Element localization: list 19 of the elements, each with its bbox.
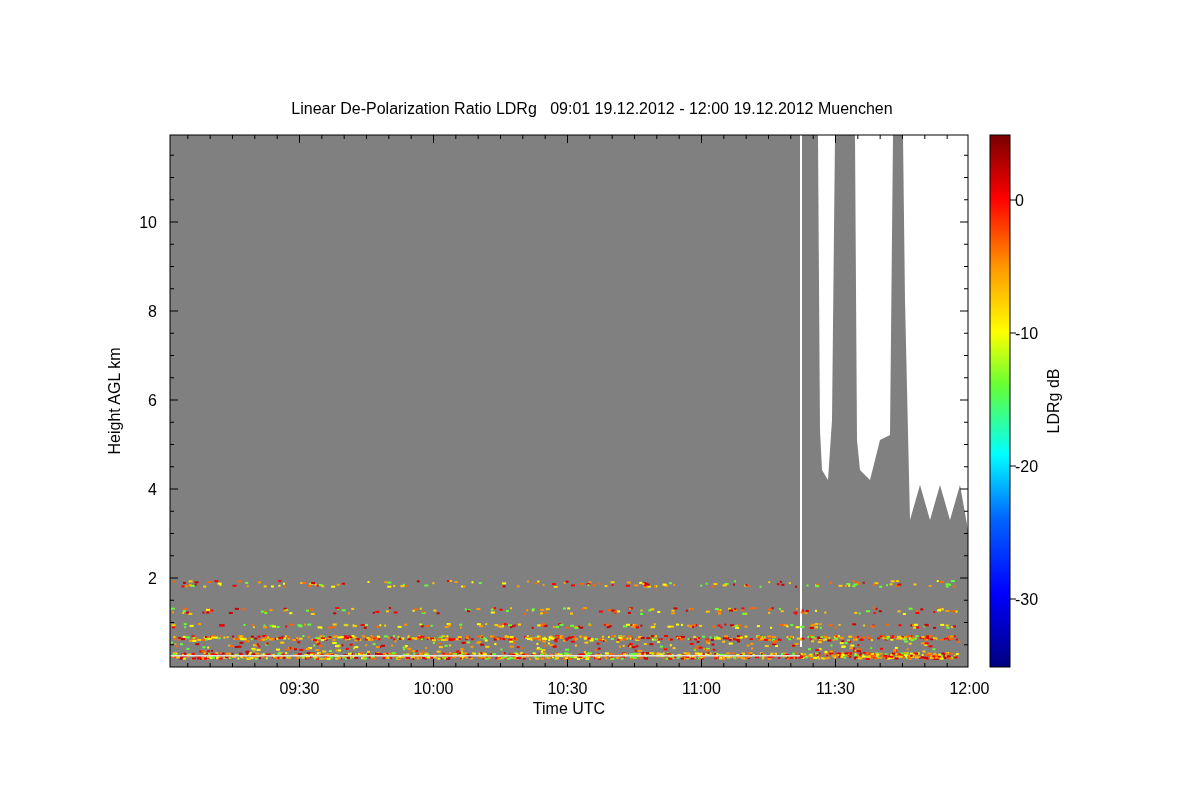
- x-tick-label: 12:00: [949, 680, 990, 697]
- chart-title: Linear De-Polarization Ratio LDRg 09:01 19.12.2012 - 12:00 19.12.2012 Muenchen: [291, 100, 893, 117]
- x-tick-label: 10:00: [413, 680, 454, 697]
- colorbar-label: LDRg dB: [1045, 368, 1062, 434]
- y-tick-label: 6: [148, 392, 157, 409]
- x-tick-label: 09:30: [279, 680, 320, 697]
- y-axis-label: Height AGL km: [106, 347, 123, 455]
- y-tick-label: 2: [148, 570, 157, 587]
- colorbar-tick-label: -30: [1015, 591, 1039, 608]
- x-axis-label: Time UTC: [532, 700, 606, 717]
- x-tick-label: 11:30: [816, 680, 855, 697]
- colorbar-tick-label: 0: [1015, 192, 1024, 209]
- y-tick-label: 8: [148, 303, 157, 320]
- colorbar-tick-label: -20: [1015, 458, 1039, 475]
- x-tick-label: 11:00: [682, 680, 721, 697]
- colorbar-tick-label: -10: [1015, 325, 1039, 342]
- y-tick-label: 4: [148, 481, 157, 498]
- y-tick-label: 10: [139, 214, 157, 231]
- x-tick-label: 10:30: [547, 680, 588, 697]
